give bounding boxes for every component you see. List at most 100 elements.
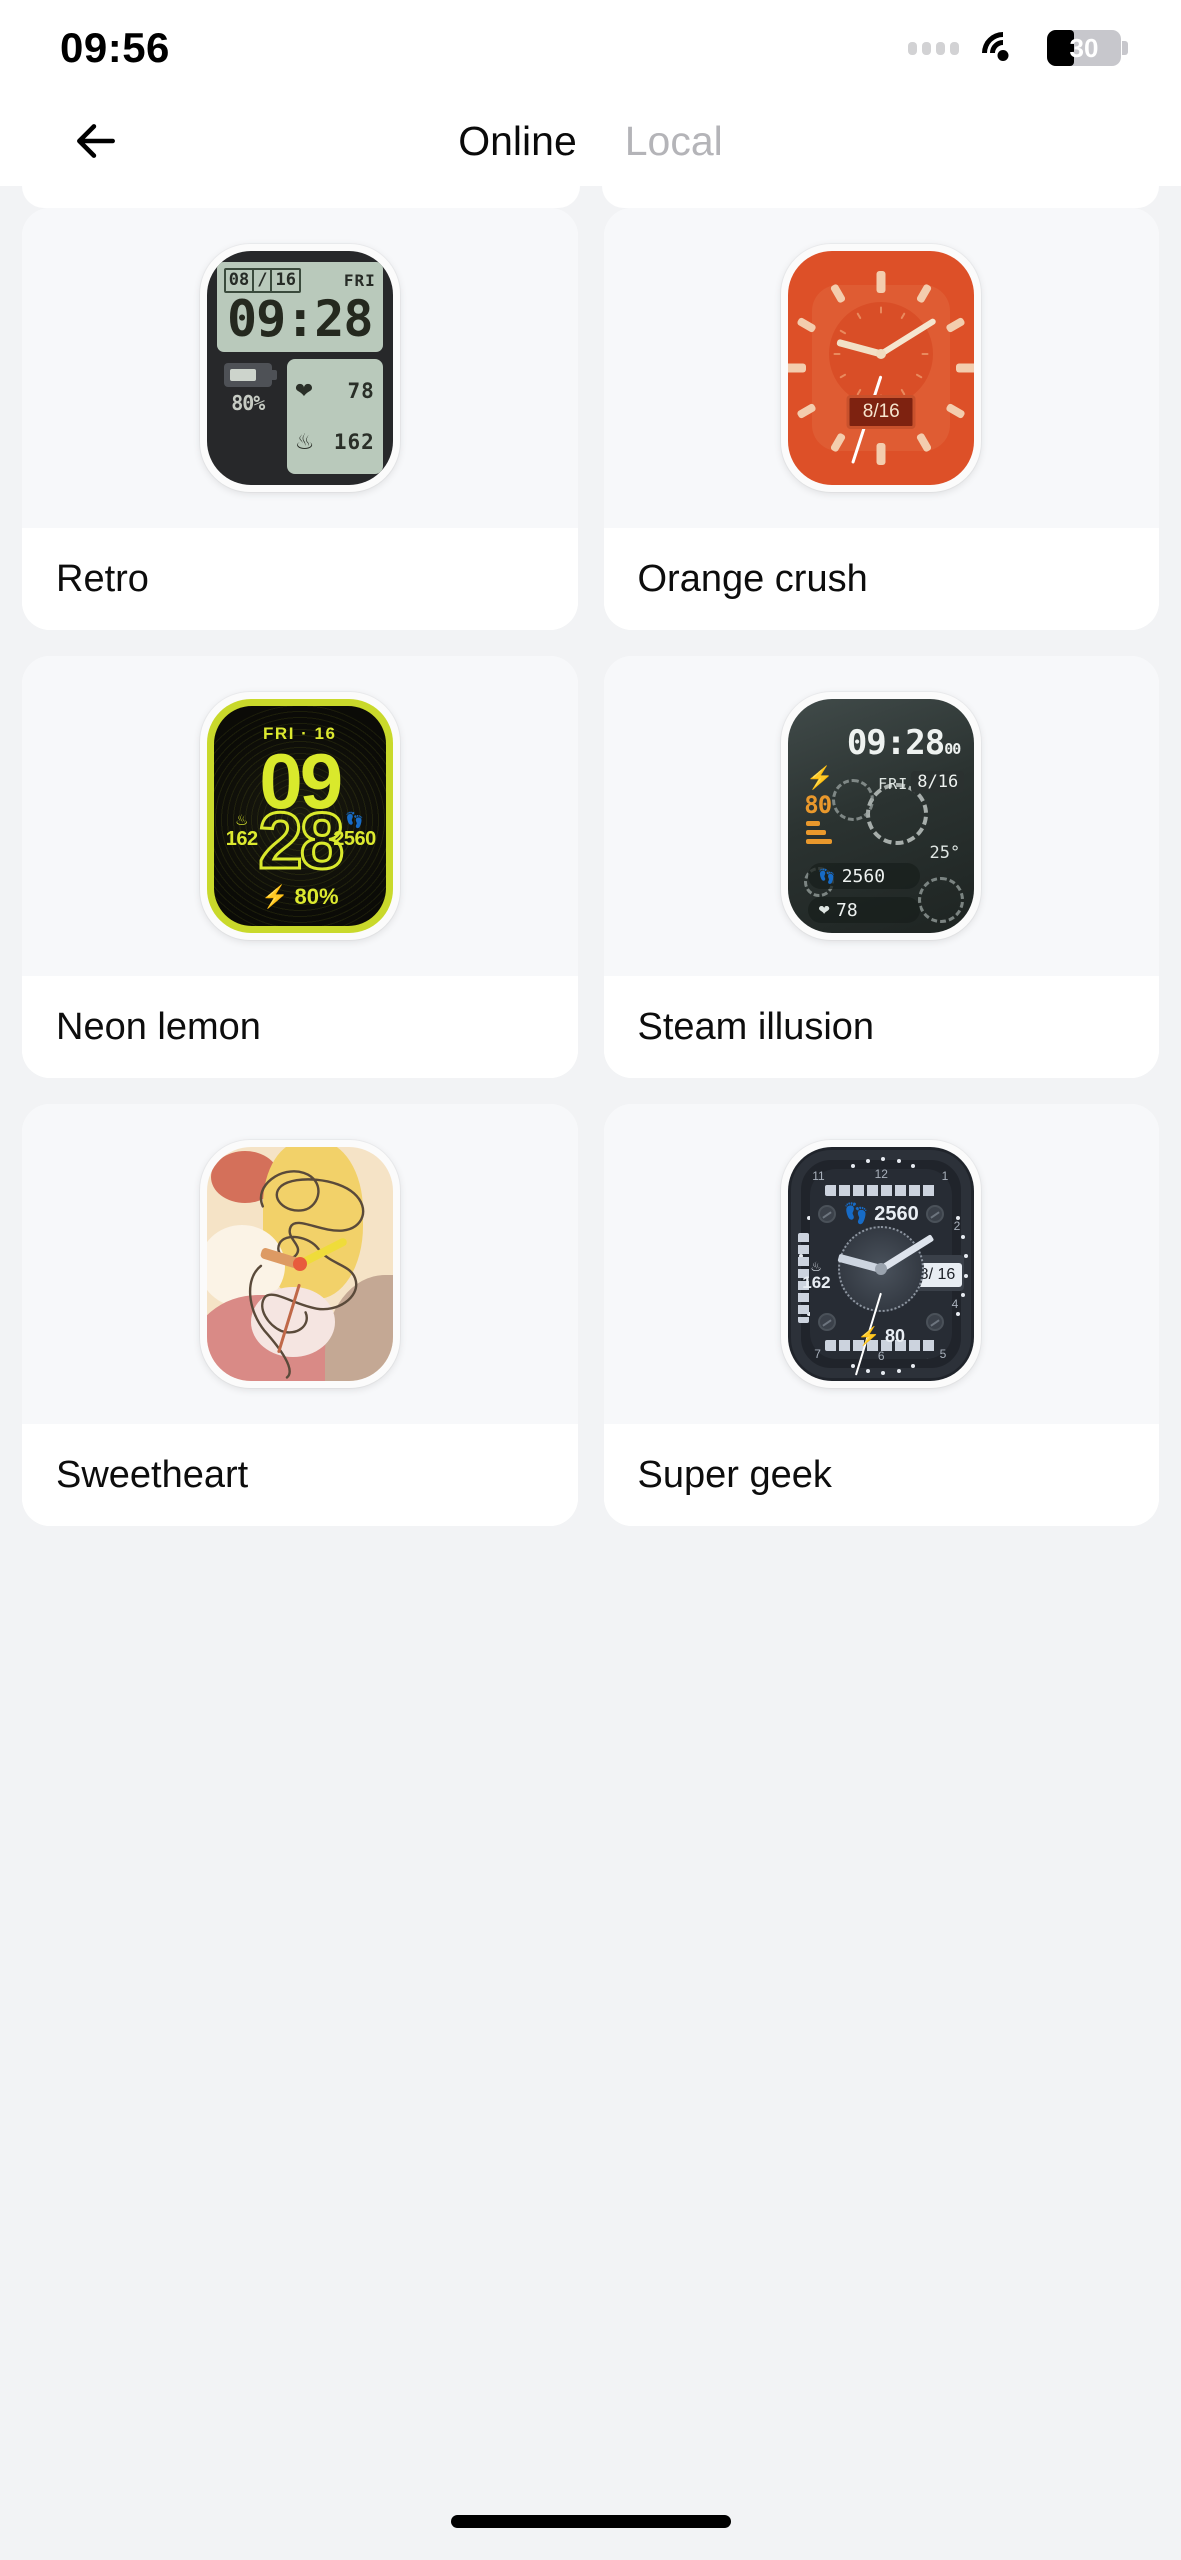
heart-icon: ❤ — [818, 901, 830, 918]
watch-face-card-steam-illusion[interactable]: 09:2800 FRI 8/16 ⚡ 80 25° 👣 2560 ❤ 78 St… — [603, 656, 1159, 1078]
retro-date-month: 08 — [226, 270, 255, 291]
geek-progress-bar-top — [825, 1185, 938, 1196]
bolt-icon: ⚡ — [857, 1326, 880, 1346]
orange-tick — [788, 363, 807, 373]
watch-screen-retro: 08 / 16 FRI 09:28 80% ❤ 78 ♨ 162 — [206, 251, 393, 485]
orange-minor-tick — [856, 312, 862, 320]
geek-hour-marker: 4 — [951, 1297, 959, 1311]
gear-icon — [832, 779, 875, 821]
neon-steps-block: 👣 2560 — [333, 812, 376, 851]
neon-steps: 2560 — [333, 828, 376, 850]
watch-frame: FRI · 16 09 28 ♨ 162 👣 2560 ⚡ 80% — [199, 692, 400, 940]
orange-minor-tick — [839, 329, 847, 335]
watch-face-card-orange-crush[interactable]: 8/16 Orange crush — [603, 208, 1159, 630]
orange-tick — [876, 443, 886, 465]
watch-frame: 09:2800 FRI 8/16 ⚡ 80 25° 👣 2560 ❤ 78 — [781, 692, 982, 940]
watch-face-card-super-geek[interactable]: 👣 2560 ♨ 162 08/ 16 ⚡ 80 11 12 1 2 4 5 6… — [603, 1104, 1159, 1526]
watch-frame: 👣 2560 ♨ 162 08/ 16 ⚡ 80 11 12 1 2 4 5 6… — [781, 1140, 982, 1388]
home-indicator[interactable] — [450, 2515, 731, 2528]
watch-face-name-neon-lemon: Neon lemon — [22, 976, 578, 1078]
geek-hour-marker: 7 — [814, 1347, 821, 1361]
tab-local[interactable]: Local — [625, 118, 723, 165]
retro-heart-rate: 78 — [347, 379, 375, 404]
bolt-icon: ⚡ — [806, 765, 834, 790]
rivet-dot — [961, 1234, 966, 1239]
steam-heart-rate: 78 — [835, 899, 858, 921]
flame-icon: ♨ — [234, 812, 249, 829]
rivet-dot — [896, 1158, 901, 1163]
wifi-icon — [973, 23, 1033, 83]
geek-battery: 80 — [884, 1326, 905, 1346]
steam-battery-bars — [806, 821, 833, 848]
watch-face-name-retro: Retro — [22, 528, 578, 630]
orange-minor-tick — [900, 312, 906, 320]
retro-date-day: 16 — [275, 270, 296, 290]
geek-steps: 2560 — [874, 1203, 919, 1225]
rivet-dot — [963, 1254, 968, 1259]
heart-icon: ❤ — [294, 378, 314, 404]
steam-weekday: FRI — [878, 775, 909, 793]
watch-screen-sweetheart — [206, 1147, 393, 1381]
watch-face-card-sweetheart[interactable]: Sweetheart — [22, 1104, 578, 1526]
bolt-icon: ⚡ — [260, 884, 289, 909]
steam-temperature: 25° — [929, 843, 961, 863]
geek-hour-marker: 6 — [877, 1349, 885, 1363]
status-time: 09:56 — [60, 24, 170, 71]
watch-face-preview-sweetheart — [22, 1104, 578, 1424]
gear-icon — [918, 877, 965, 923]
geek-battery-block: ⚡ 80 — [788, 1326, 974, 1347]
steam-date: 8/16 — [911, 771, 965, 793]
watch-screen-super-geek: 👣 2560 ♨ 162 08/ 16 ⚡ 80 11 12 1 2 4 5 6… — [788, 1147, 975, 1381]
watch-face-card-retro[interactable]: 08 / 16 FRI 09:28 80% ❤ 78 ♨ 162 Retro — [22, 208, 578, 630]
retro-time: 09:28 — [226, 290, 374, 348]
hand-pivot — [292, 1257, 307, 1271]
retro-calories: 162 — [333, 429, 375, 454]
orange-minor-tick — [839, 373, 847, 379]
tab-bar: Online Local — [0, 118, 1181, 165]
steam-steps: 2560 — [841, 865, 886, 887]
status-bar: 09:56 30 — [0, 0, 1181, 96]
peek-card-left — [22, 186, 580, 208]
hand-pivot — [875, 1262, 888, 1275]
watch-face-preview-super-geek: 👣 2560 ♨ 162 08/ 16 ⚡ 80 11 12 1 2 4 5 6… — [603, 1104, 1159, 1424]
watch-face-preview-orange-crush: 8/16 — [603, 208, 1159, 528]
watch-face-preview-steam-illusion: 09:2800 FRI 8/16 ⚡ 80 25° 👣 2560 ❤ 78 — [603, 656, 1159, 976]
rivet-dot — [896, 1369, 901, 1374]
battery-icon: 30 — [1047, 30, 1128, 66]
rivet-dot — [955, 1311, 960, 1316]
back-button[interactable] — [60, 105, 132, 177]
geek-hour-marker: 2 — [953, 1219, 961, 1233]
watch-frame: 08 / 16 FRI 09:28 80% ❤ 78 ♨ 162 — [199, 244, 400, 492]
previous-row-peek — [0, 186, 1181, 208]
watch-face-preview-retro: 08 / 16 FRI 09:28 80% ❤ 78 ♨ 162 — [22, 208, 578, 528]
geek-hour-marker: 1 — [941, 1169, 949, 1183]
rivet-dot — [865, 1158, 870, 1163]
watch-face-grid: 08 / 16 FRI 09:28 80% ❤ 78 ♨ 162 Retro 8… — [0, 208, 1181, 1526]
steam-time: 09:2800 — [846, 723, 961, 763]
battery-level: 30 — [1069, 33, 1099, 63]
geek-hour-marker: 12 — [874, 1167, 888, 1181]
watch-face-card-neon-lemon[interactable]: FRI · 16 09 28 ♨ 162 👣 2560 ⚡ 80% Neon l… — [22, 656, 578, 1078]
tab-online[interactable]: Online — [458, 118, 577, 165]
retro-lcd-top: 08 / 16 FRI 09:28 — [216, 262, 383, 352]
peek-card-right — [601, 186, 1159, 208]
watch-frame: 8/16 — [781, 244, 982, 492]
steam-battery: 80 — [804, 791, 832, 819]
orange-tick — [876, 271, 886, 293]
orange-tick — [956, 363, 975, 373]
footsteps-icon: 👣 — [345, 812, 364, 829]
battery-icon — [223, 363, 277, 387]
app-screen: 09:56 30 Online Local 08 / 16 FRI 09:28 … — [0, 0, 1181, 2560]
footsteps-icon: 👣 — [818, 867, 836, 884]
neon-calories: 162 — [225, 828, 258, 850]
neon-calories-block: ♨ 162 — [225, 812, 258, 851]
status-icons: 30 — [908, 23, 1128, 83]
neon-minute: 28 — [257, 796, 346, 885]
orange-minor-tick — [921, 352, 929, 355]
geek-steps-block: 👣 2560 — [788, 1201, 974, 1226]
orange-minor-tick — [833, 352, 841, 355]
footsteps-icon: 👣 — [843, 1203, 869, 1225]
watch-screen-neon-lemon: FRI · 16 09 28 ♨ 162 👣 2560 ⚡ 80% — [206, 699, 393, 933]
steam-steps-block: 👣 2560 — [808, 863, 921, 889]
watch-face-name-super-geek: Super geek — [603, 1424, 1159, 1526]
